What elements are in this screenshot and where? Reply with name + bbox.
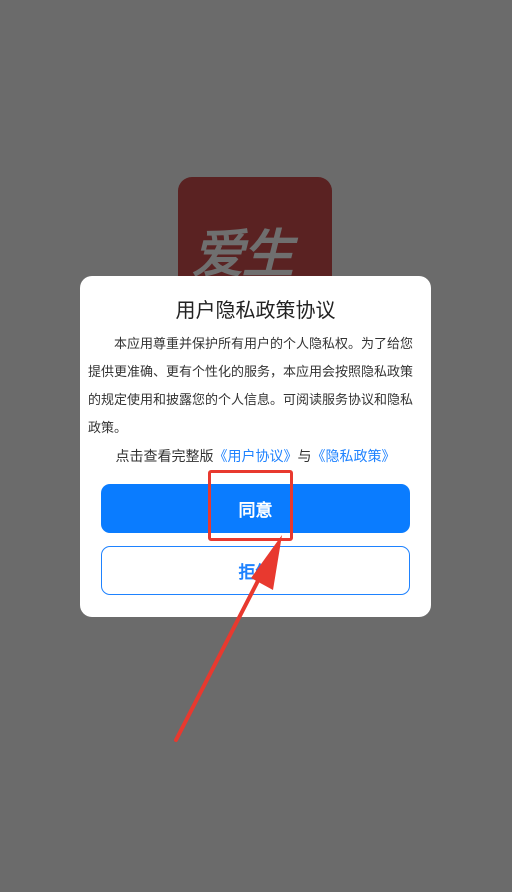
privacy-policy-link[interactable]: 《隐私政策》: [312, 449, 396, 465]
user-agreement-link[interactable]: 《用户协议》: [214, 449, 298, 465]
links-prefix: 点击查看完整版: [115, 449, 214, 465]
privacy-dialog: 用户隐私政策协议 本应用尊重并保护所有用户的个人隐私权。为了给您提供更准确、更有…: [80, 276, 431, 617]
dialog-title: 用户隐私政策协议: [175, 298, 336, 322]
dialog-body: 本应用尊重并保护所有用户的个人隐私权。为了给您提供更准确、更有个性化的服务，本应…: [88, 337, 414, 436]
links-joiner: 与: [297, 449, 312, 465]
agree-button[interactable]: 同意: [101, 484, 410, 533]
reject-button[interactable]: 拒绝: [101, 546, 410, 595]
agreement-links-row: 点击查看完整版《用户协议》与《隐私政策》: [80, 445, 431, 469]
